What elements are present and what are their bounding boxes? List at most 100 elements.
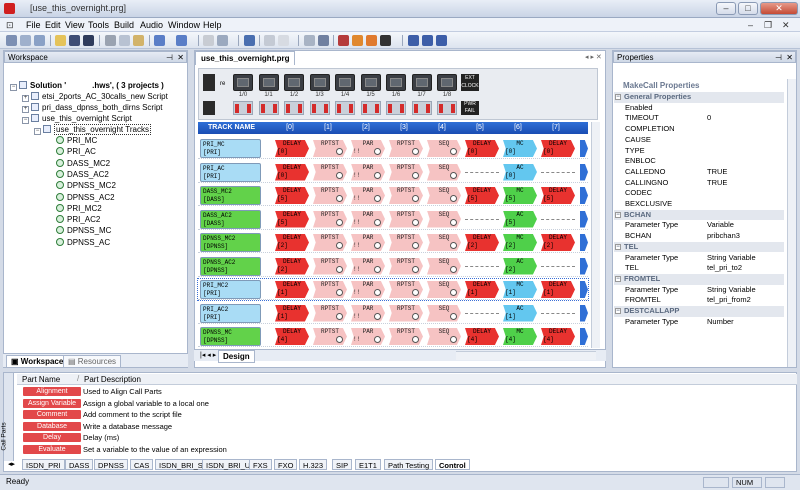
track-label-block[interactable]: DPNSS_MC [DPNSS] bbox=[200, 327, 261, 346]
track-label-block[interactable]: PRI_MC [PRI] bbox=[200, 139, 261, 158]
grid-icon[interactable] bbox=[318, 35, 329, 46]
call-part-block[interactable]: MC [4] bbox=[503, 328, 537, 345]
radio-icon[interactable] bbox=[412, 242, 419, 249]
call-part-block[interactable]: RPTST bbox=[313, 163, 347, 181]
property-row[interactable]: Enabled bbox=[614, 103, 784, 114]
track-item[interactable]: PRI_MC bbox=[56, 136, 97, 145]
track-label-block[interactable]: DASS_AC2 [DASS] bbox=[200, 209, 261, 229]
call-part-block[interactable]: AC [2] bbox=[503, 257, 537, 275]
property-row[interactable]: BCHAN pribchan3 bbox=[614, 231, 784, 242]
callparts-tab[interactable]: DPNSS bbox=[94, 459, 128, 470]
port-icon[interactable] bbox=[437, 74, 457, 91]
radio-icon[interactable] bbox=[336, 312, 343, 320]
call-part-block[interactable]: RPTST bbox=[389, 163, 423, 181]
property-value[interactable]: Variable bbox=[707, 220, 734, 230]
delete-icon[interactable] bbox=[380, 35, 391, 46]
select-icon[interactable] bbox=[304, 35, 315, 46]
port-icon[interactable] bbox=[386, 74, 406, 91]
call-part-block[interactable]: PAR!! bbox=[351, 234, 385, 251]
property-row[interactable]: Parameter Type String Variable bbox=[614, 285, 784, 296]
call-part-block[interactable]: RPTST bbox=[389, 140, 423, 157]
call-part-block[interactable]: MC [2] bbox=[503, 234, 537, 251]
radio-icon[interactable] bbox=[412, 218, 419, 226]
call-part-block[interactable]: RPTST bbox=[389, 257, 423, 275]
empty-slot[interactable] bbox=[465, 171, 499, 173]
track-item[interactable]: DPNSS_MC bbox=[56, 226, 111, 235]
close-button[interactable]: ✕ bbox=[760, 2, 798, 15]
tab-resources[interactable]: ▤ Resources bbox=[63, 355, 122, 368]
expand-icon[interactable]: + bbox=[22, 106, 29, 113]
callpart-row[interactable]: Database Write a database message bbox=[21, 421, 621, 433]
track-label-block[interactable]: DPNSS_MC2 [DPNSS] bbox=[200, 233, 261, 252]
radio-icon[interactable] bbox=[450, 171, 457, 179]
call-part-block[interactable]: DELAY [2] bbox=[465, 234, 499, 251]
callparts-tab[interactable]: FXO bbox=[274, 459, 298, 470]
call-part-block[interactable]: DELAY [4] bbox=[275, 328, 309, 345]
call-part-block[interactable]: RPTST bbox=[389, 210, 423, 228]
mdi-minimize-icon[interactable]: – bbox=[748, 20, 753, 30]
property-category[interactable]: − TEL bbox=[614, 241, 784, 253]
callparts-tab[interactable]: ISDN_BRI_U bbox=[202, 459, 255, 470]
callparts-tab[interactable]: FXS bbox=[249, 459, 272, 470]
callpart-name[interactable]: Database bbox=[23, 421, 81, 431]
track-row[interactable]: DASS_MC2 [DASS] DELAY [5] RPTST PAR!! RPTST SEQ… bbox=[198, 185, 588, 206]
radio-icon[interactable] bbox=[374, 148, 381, 155]
align-left-icon[interactable] bbox=[408, 35, 419, 46]
callpart-row[interactable]: Evaluate Set a variable to the value of a… bbox=[21, 445, 621, 456]
port-icon[interactable] bbox=[284, 74, 304, 91]
property-value[interactable]: 0 bbox=[707, 113, 711, 123]
property-value[interactable]: tel_pri_to2 bbox=[707, 263, 742, 273]
property-row[interactable]: Parameter Type String Variable bbox=[614, 253, 784, 264]
call-part-block[interactable]: DELAY [5] bbox=[275, 187, 309, 204]
track-row[interactable]: DPNSS_MC2 [DPNSS] DELAY [2] RPTST PAR!! RPTST S… bbox=[198, 232, 588, 253]
property-row[interactable]: BEXCLUSIVE bbox=[614, 199, 784, 210]
port-icon[interactable] bbox=[258, 74, 279, 91]
callpart-row[interactable]: Assign Variable Assign a global variable … bbox=[21, 398, 621, 410]
radio-icon[interactable] bbox=[412, 336, 419, 343]
collapse-icon[interactable]: − bbox=[615, 94, 621, 100]
tab-design[interactable]: Design bbox=[218, 350, 255, 363]
call-part-block[interactable]: AC [5] bbox=[503, 210, 537, 228]
property-row[interactable]: ENBLOC bbox=[614, 156, 784, 167]
track-label-block[interactable]: PRI_MC2 [PRI] bbox=[200, 280, 261, 299]
menu-tools[interactable]: Tools bbox=[88, 20, 109, 30]
property-category[interactable]: − DESTCALLAPP bbox=[614, 306, 784, 317]
property-value[interactable]: tel_pri_from2 bbox=[707, 295, 751, 305]
add-item-icon[interactable] bbox=[34, 35, 45, 46]
track-row[interactable]: PRI_MC2 [PRI] DELAY [1] RPTST PAR!! RPTST SEQ DE… bbox=[197, 278, 589, 301]
call-part-block[interactable]: DELAY [2] bbox=[275, 257, 309, 275]
mdi-restore-icon[interactable]: ❐ bbox=[764, 20, 772, 31]
callparts-tab[interactable]: ISDN_PRI bbox=[22, 459, 65, 470]
tab-workspace[interactable]: ▣ Workspace bbox=[6, 355, 69, 368]
empty-slot[interactable] bbox=[541, 265, 575, 267]
track-label-block[interactable]: PRI_AC [PRI] bbox=[200, 162, 261, 182]
property-row[interactable]: TYPE bbox=[614, 146, 784, 157]
call-part-block[interactable]: PAR!! bbox=[351, 163, 385, 181]
callparts-tab[interactable]: CAS bbox=[130, 459, 154, 470]
call-part-block[interactable]: PAR!! bbox=[351, 304, 385, 322]
radio-icon[interactable] bbox=[412, 195, 419, 202]
callpart-name[interactable]: Comment bbox=[23, 410, 81, 420]
doc-nav-icon[interactable]: ◂ ▸ ✕ bbox=[585, 53, 602, 61]
radio-icon[interactable] bbox=[412, 289, 419, 296]
callparts-tab[interactable]: ISDN_BRI_S bbox=[155, 459, 207, 470]
track-label-block[interactable]: PRI_AC2 [PRI] bbox=[200, 303, 261, 323]
redo-icon[interactable] bbox=[176, 35, 187, 46]
call-part-block[interactable]: RPTST bbox=[313, 234, 347, 251]
pin-icon[interactable]: ⊣ bbox=[166, 53, 173, 62]
track-label-block[interactable]: DASS_MC2 [DASS] bbox=[200, 186, 261, 205]
radio-icon[interactable] bbox=[450, 218, 457, 226]
track-item[interactable]: DPNSS_MC2 bbox=[56, 181, 116, 190]
paste-icon[interactable] bbox=[133, 35, 144, 46]
collapse-icon[interactable]: − bbox=[615, 275, 621, 282]
call-part-block[interactable]: MC [5] bbox=[503, 187, 537, 204]
track-item[interactable]: DASS_AC2 bbox=[56, 169, 109, 179]
empty-slot[interactable] bbox=[465, 218, 499, 220]
col-part-desc[interactable]: Part Description bbox=[84, 375, 141, 384]
print-icon[interactable] bbox=[264, 35, 275, 46]
call-part-block[interactable]: DELAY [5] bbox=[275, 210, 309, 228]
property-category[interactable]: − BCHAN bbox=[614, 209, 784, 221]
callparts-tab[interactable]: H.323 bbox=[299, 459, 328, 470]
property-row[interactable]: COMPLETION bbox=[614, 124, 784, 135]
call-part-block[interactable]: RPTST bbox=[313, 187, 347, 204]
